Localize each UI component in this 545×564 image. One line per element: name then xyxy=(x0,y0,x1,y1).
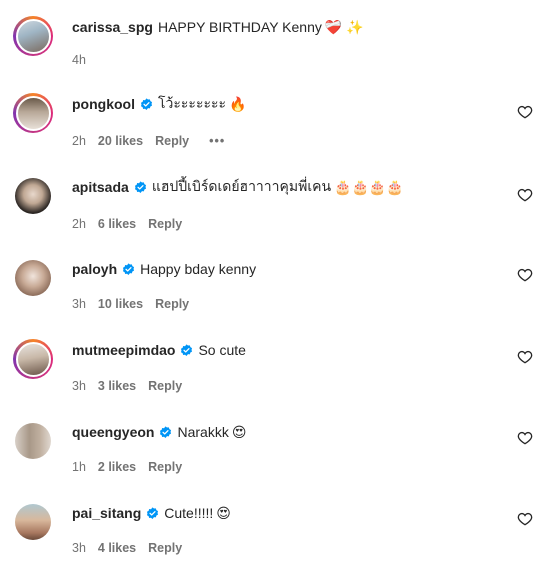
comment-time[interactable]: 4h xyxy=(72,53,86,67)
heart-icon[interactable] xyxy=(517,267,533,283)
comment-emoji: 😍 xyxy=(231,423,247,440)
verified-badge-icon xyxy=(134,180,146,193)
comment-likes[interactable]: 20 likes xyxy=(98,134,143,148)
heart-icon[interactable] xyxy=(517,511,533,527)
avatar[interactable] xyxy=(13,258,53,298)
comment-text: Narakkk xyxy=(177,424,229,440)
comment-text: Cute!!!!! xyxy=(164,505,214,521)
comment-likes[interactable]: 4 likes xyxy=(98,541,136,555)
comment-username[interactable]: carissa_spg xyxy=(72,19,153,35)
avatar[interactable] xyxy=(13,176,53,216)
comment-emoji: ❤️‍🩹 ✨ xyxy=(324,18,364,35)
avatar[interactable] xyxy=(13,16,53,56)
reply-button[interactable]: Reply xyxy=(148,379,182,393)
comment-likes[interactable]: 10 likes xyxy=(98,297,143,311)
comment-emoji: 🎂🎂🎂🎂 xyxy=(334,178,404,195)
reply-button[interactable]: Reply xyxy=(148,541,182,555)
comment-time[interactable]: 2h xyxy=(72,217,86,231)
heart-icon[interactable] xyxy=(517,104,533,120)
heart-icon[interactable] xyxy=(517,349,533,365)
comment-text: แฮปปี้เบิร์ดเดย์ฮาาาาคุมพี่เคน xyxy=(151,178,332,194)
comment-username[interactable]: pongkool xyxy=(72,96,135,112)
comment-username[interactable]: pai_sitang xyxy=(72,505,141,521)
comment-text: HAPPY BIRTHDAY Kenny xyxy=(157,19,322,35)
comment-emoji: 😍 xyxy=(216,504,231,521)
heart-icon[interactable] xyxy=(517,430,533,446)
comment-time[interactable]: 1h xyxy=(72,460,86,474)
avatar[interactable] xyxy=(13,339,53,379)
comment-likes[interactable]: 6 likes xyxy=(98,217,136,231)
comment-emoji: 🔥 xyxy=(229,95,247,112)
comment-username[interactable]: apitsada xyxy=(72,179,129,195)
verified-badge-icon xyxy=(123,262,135,275)
avatar[interactable] xyxy=(13,502,53,542)
reply-button[interactable]: Reply xyxy=(148,460,182,474)
comment-text: So cute xyxy=(198,342,246,358)
comment-text: โว้ะะะะะะะ xyxy=(158,95,227,111)
comment-time[interactable]: 3h xyxy=(72,379,86,393)
comment-likes[interactable]: 2 likes xyxy=(98,460,136,474)
comment-time[interactable]: 3h xyxy=(72,297,86,311)
comment-likes[interactable]: 3 likes xyxy=(98,379,136,393)
reply-button[interactable]: Reply xyxy=(148,217,182,231)
verified-badge-icon xyxy=(181,343,193,356)
comment-username[interactable]: paloyh xyxy=(72,261,117,277)
reply-button[interactable]: Reply xyxy=(155,297,189,311)
comment-text: Happy bday kenny xyxy=(140,261,257,277)
avatar[interactable] xyxy=(13,421,53,461)
avatar[interactable] xyxy=(13,93,53,133)
verified-badge-icon xyxy=(140,97,153,110)
comment-username[interactable]: mutmeepimdao xyxy=(72,342,175,358)
heart-icon[interactable] xyxy=(517,187,533,203)
comment-time[interactable]: 2h xyxy=(72,134,86,148)
comment-time[interactable]: 3h xyxy=(72,541,86,555)
comment-username[interactable]: queengyeon xyxy=(72,424,154,440)
verified-badge-icon xyxy=(147,506,159,519)
verified-badge-icon xyxy=(160,425,172,438)
more-options-icon[interactable]: ••• xyxy=(209,134,225,148)
reply-button[interactable]: Reply xyxy=(155,134,189,148)
